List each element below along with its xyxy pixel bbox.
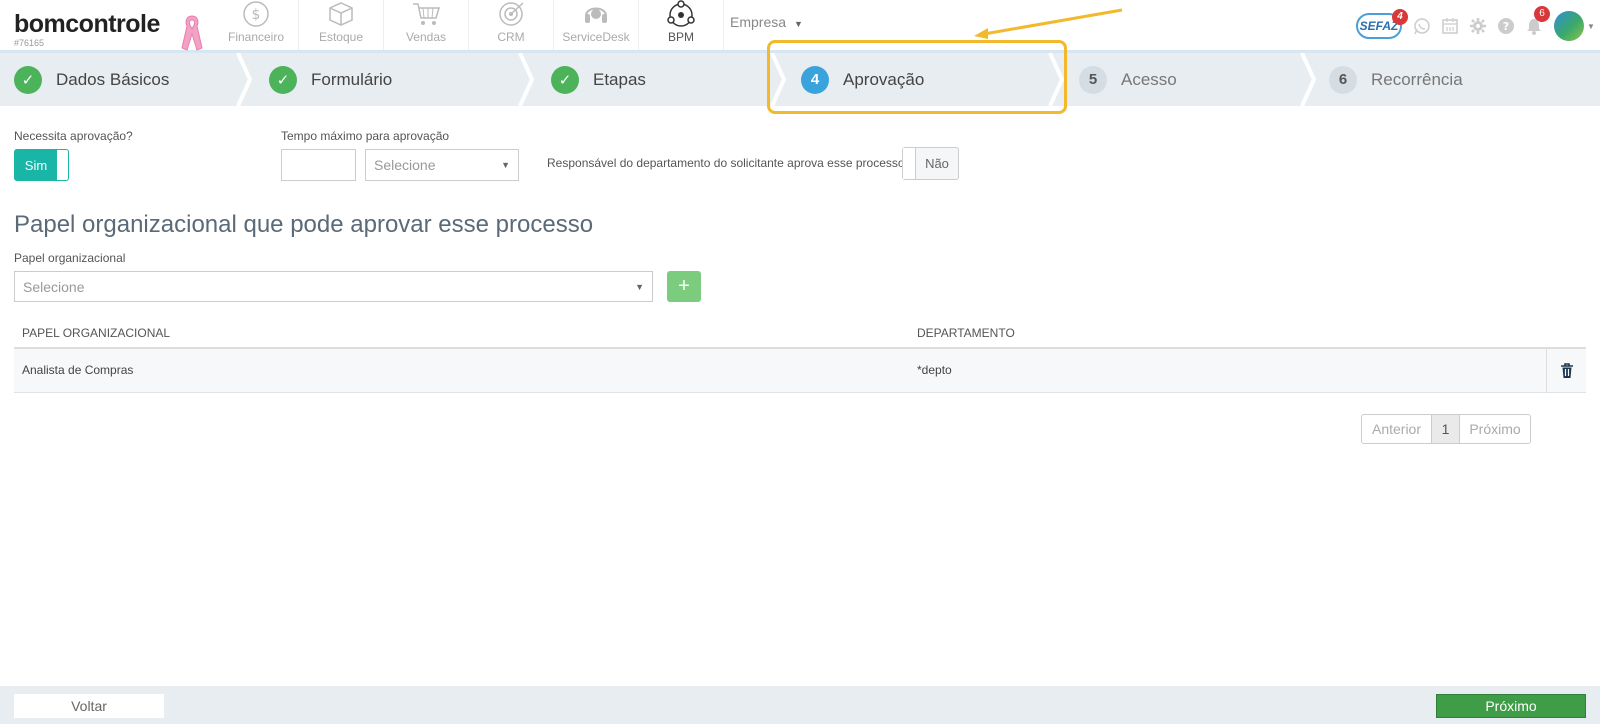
- max-time-label: Tempo máximo para aprovação: [281, 129, 450, 143]
- sefaz-badge: 4: [1392, 9, 1408, 25]
- step-separator: [1300, 53, 1317, 106]
- needs-approval-toggle[interactable]: Sim: [14, 149, 69, 181]
- step-recorrencia[interactable]: 6 Recorrência: [1329, 53, 1463, 106]
- caret-down-icon: ▼: [794, 19, 803, 29]
- bpm-network-icon: [667, 0, 695, 27]
- select-placeholder: Selecione: [374, 157, 436, 173]
- max-time-input[interactable]: [281, 149, 356, 181]
- company-selector[interactable]: Empresa ▼: [730, 14, 803, 30]
- step-dados-basicos[interactable]: ✓ Dados Básicos: [14, 53, 169, 106]
- step-label: Etapas: [593, 69, 646, 89]
- needs-approval-label: Necessita aprovação?: [14, 129, 133, 143]
- step-number: 6: [1329, 65, 1357, 94]
- headset-icon: [585, 7, 607, 23]
- step-number: 4: [801, 65, 829, 94]
- module-servicedesk[interactable]: ServiceDesk: [554, 0, 639, 50]
- avatar[interactable]: [1554, 11, 1584, 41]
- caret-down-icon: ▼: [635, 281, 644, 292]
- pagination-prev-button[interactable]: Anterior: [1362, 415, 1432, 443]
- toggle-on-label: Sim: [15, 150, 57, 180]
- cart-icon: [413, 3, 441, 25]
- check-icon: ✓: [269, 65, 297, 94]
- top-navbar: bomcontrole #76165 $ Financeiro Estoque …: [0, 0, 1600, 53]
- step-label: Dados Básicos: [56, 69, 170, 89]
- svg-text:?: ?: [1503, 20, 1509, 33]
- add-role-button[interactable]: +: [667, 271, 701, 302]
- max-time-unit-select[interactable]: Selecione ▼: [365, 149, 519, 181]
- box-icon: [329, 2, 353, 26]
- annotation-arrow: [974, 8, 1123, 39]
- module-label: Vendas: [405, 30, 447, 44]
- role-label: Papel organizacional: [14, 251, 126, 265]
- account-id: #76165: [14, 38, 45, 48]
- step-formulario[interactable]: ✓ Formulário: [269, 53, 392, 106]
- target-icon: [499, 2, 524, 26]
- cell-role: Analista de Compras: [22, 363, 134, 377]
- footer-bar: Voltar Próximo: [0, 686, 1600, 724]
- module-financeiro[interactable]: $ Financeiro: [214, 0, 299, 50]
- toggle-off-label: Não: [925, 156, 949, 171]
- back-button[interactable]: Voltar: [14, 694, 164, 718]
- trash-icon: [1560, 363, 1573, 378]
- header-actions: SEFAZ 4 ? 6 ▼: [1356, 6, 1595, 44]
- module-label: Estoque: [318, 30, 364, 44]
- step-separator: [518, 53, 535, 106]
- calendar-icon[interactable]: [1436, 12, 1464, 40]
- step-label: Formulário: [311, 69, 393, 89]
- notifications-bell-icon[interactable]: 6: [1520, 6, 1550, 40]
- check-icon: ✓: [551, 65, 579, 94]
- logo[interactable]: bomcontrole: [14, 10, 160, 39]
- dollar-circle-icon: $: [243, 1, 269, 27]
- step-label: Aprovação: [843, 69, 925, 89]
- module-vendas[interactable]: Vendas: [384, 0, 469, 50]
- table-row: Analista de Compras *depto: [14, 349, 1586, 393]
- cell-department: *depto: [917, 363, 952, 377]
- step-etapas[interactable]: ✓ Etapas: [551, 53, 646, 106]
- notifications-badge: 6: [1534, 6, 1550, 22]
- module-label: BPM: [667, 30, 694, 44]
- column-header-department: DEPARTAMENTO: [917, 326, 1015, 340]
- whatsapp-icon[interactable]: [1408, 12, 1436, 40]
- module-crm[interactable]: CRM: [469, 0, 554, 50]
- module-bpm[interactable]: BPM: [639, 0, 724, 50]
- step-separator: [1048, 53, 1065, 106]
- svg-text:$: $: [252, 7, 261, 23]
- wizard-steps: ✓ Dados Básicos ✓ Formulário ✓ Etapas 4 …: [0, 53, 1600, 106]
- dept-manager-toggle[interactable]: Não: [902, 147, 959, 180]
- column-header-role: PAPEL ORGANIZACIONAL: [22, 326, 171, 340]
- select-placeholder: Selecione: [23, 278, 85, 295]
- pagination-page-1[interactable]: 1: [1432, 415, 1460, 443]
- module-estoque[interactable]: Estoque: [299, 0, 384, 50]
- step-label: Acesso: [1121, 69, 1177, 89]
- company-selector-label: Empresa: [730, 14, 787, 30]
- step-number: 5: [1079, 65, 1107, 94]
- sefaz-button[interactable]: SEFAZ 4: [1356, 9, 1408, 39]
- step-acesso[interactable]: 5 Acesso: [1079, 53, 1177, 106]
- pagination: Anterior 1 Próximo: [1361, 414, 1531, 444]
- step-separator: [770, 53, 787, 106]
- table-header: PAPEL ORGANIZACIONAL DEPARTAMENTO: [14, 318, 1586, 349]
- step-label: Recorrência: [1371, 69, 1463, 89]
- caret-down-icon[interactable]: ▼: [1587, 22, 1595, 31]
- module-nav: $ Financeiro Estoque Vendas CRM ServiceD…: [214, 0, 724, 50]
- delete-row-button[interactable]: [1546, 349, 1586, 393]
- caret-down-icon: ▼: [501, 160, 510, 170]
- pagination-next-button[interactable]: Próximo: [1460, 415, 1530, 443]
- awareness-ribbon-icon: [181, 15, 203, 51]
- role-select[interactable]: Selecione ▼: [14, 271, 653, 302]
- module-label: Financeiro: [227, 30, 285, 44]
- toggle-knob: [903, 148, 916, 179]
- check-icon: ✓: [14, 65, 42, 94]
- dept-manager-label: Responsável do departamento do solicitan…: [547, 156, 905, 170]
- module-label: ServiceDesk: [562, 30, 630, 44]
- step-aprovacao[interactable]: 4 Aprovação: [801, 53, 924, 106]
- next-button[interactable]: Próximo: [1436, 694, 1586, 718]
- help-icon[interactable]: ?: [1492, 12, 1520, 40]
- gear-icon[interactable]: [1464, 12, 1492, 40]
- module-label: CRM: [497, 30, 525, 44]
- section-title: Papel organizacional que pode aprovar es…: [14, 211, 594, 238]
- step-separator: [236, 53, 253, 106]
